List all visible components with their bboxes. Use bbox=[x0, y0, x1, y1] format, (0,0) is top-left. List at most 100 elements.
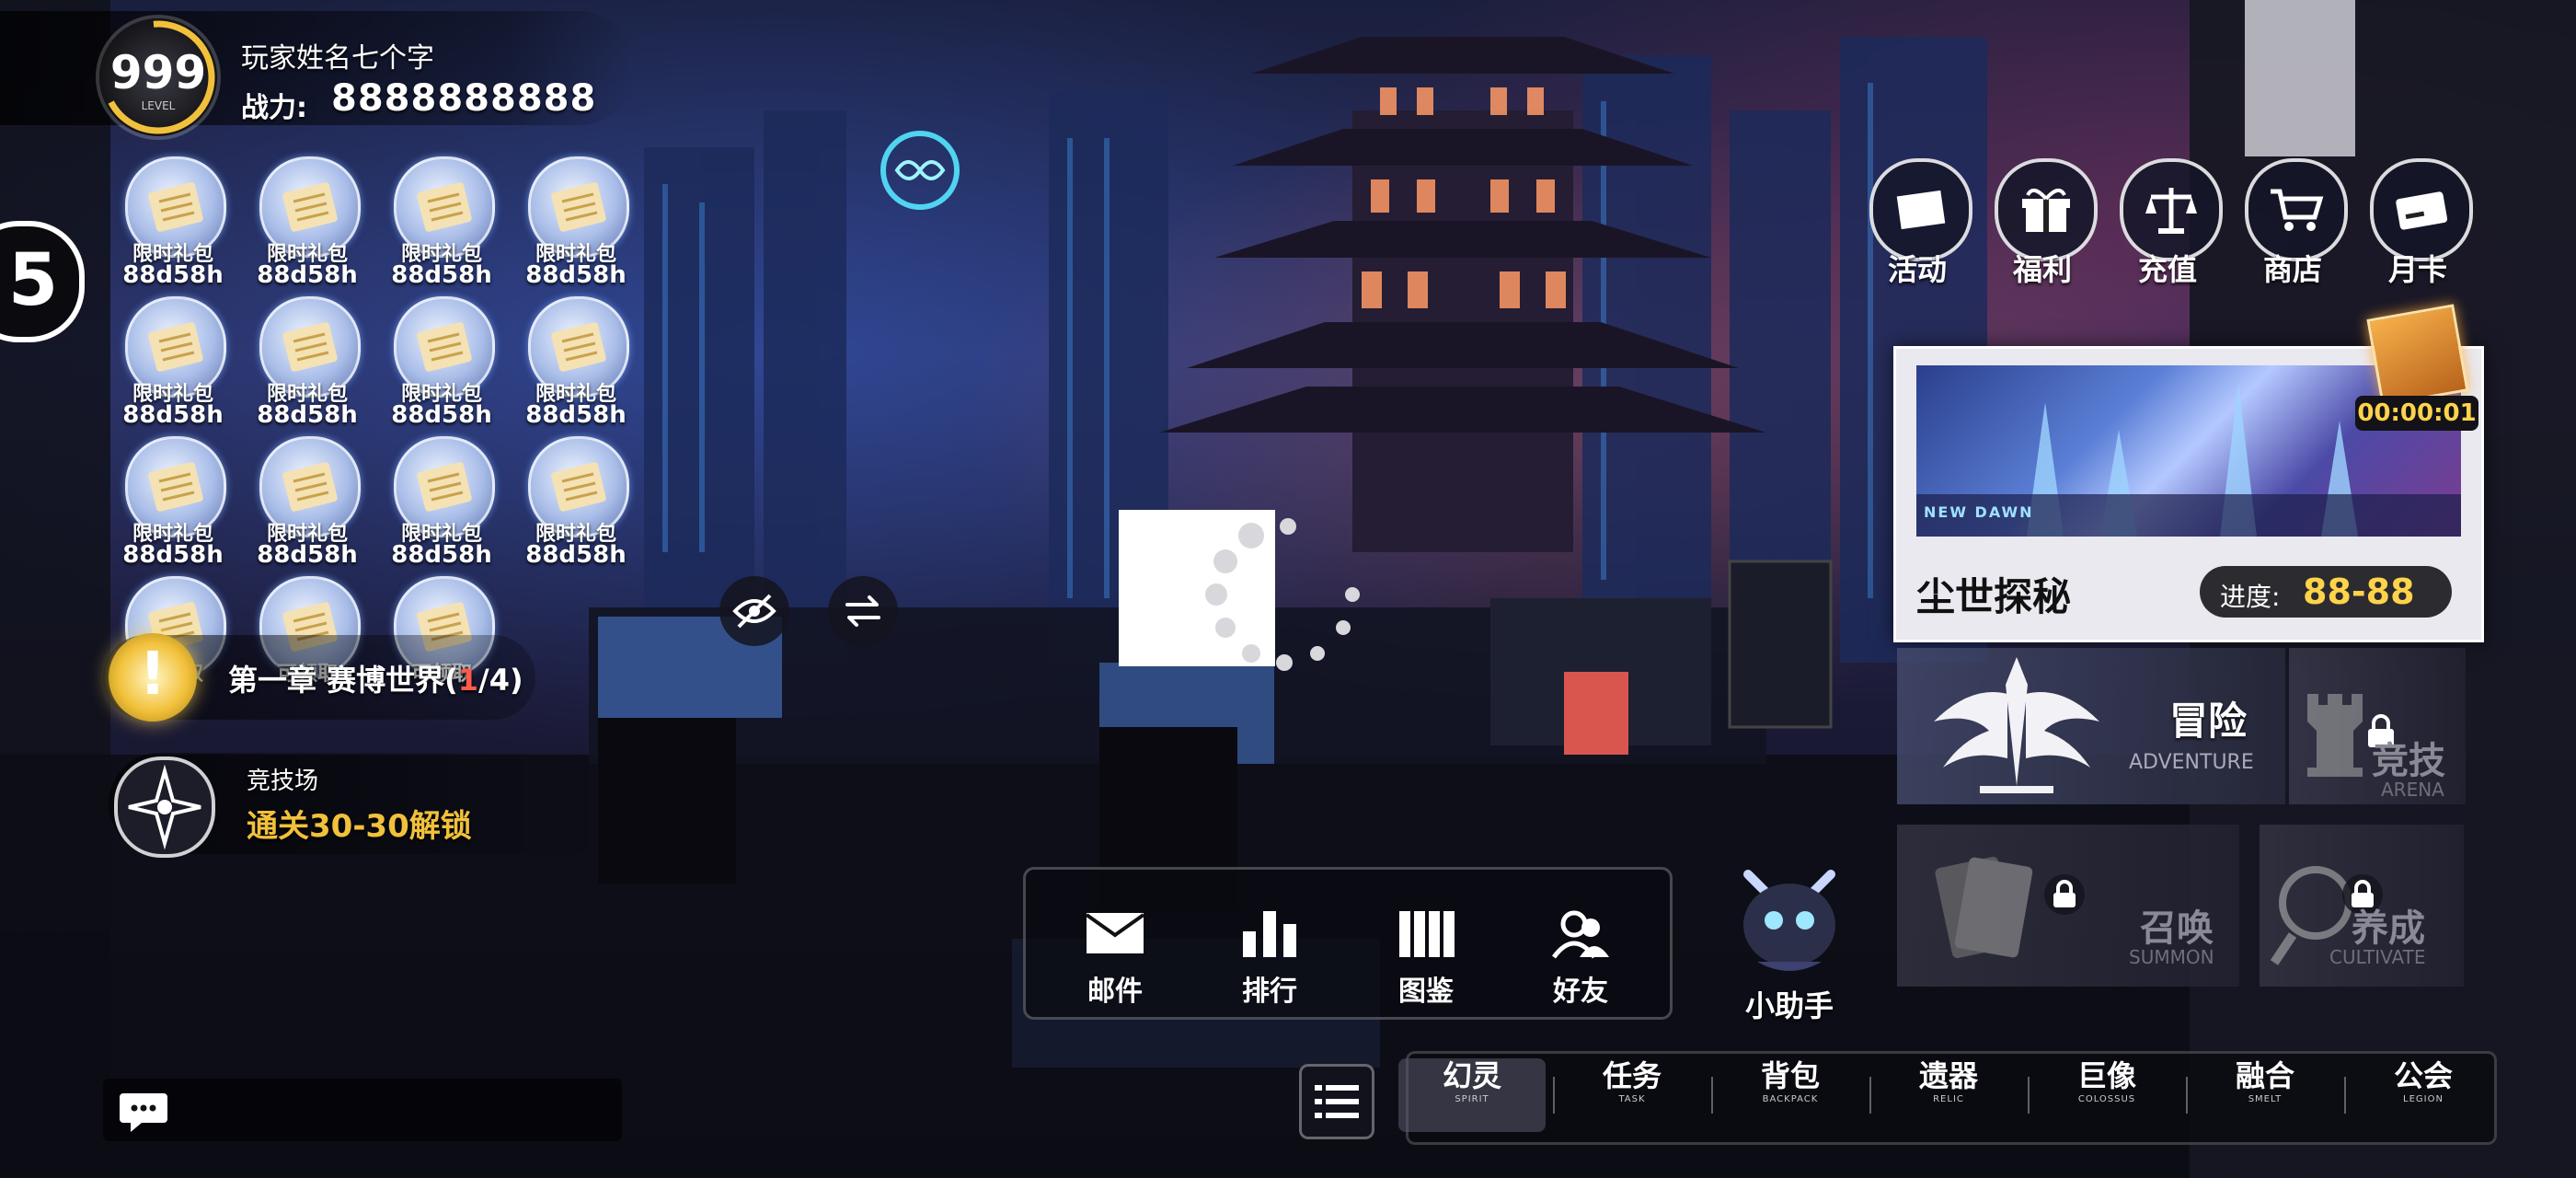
top-menu-label: 月卡 bbox=[2387, 252, 2447, 287]
cultivate-title: 养成 bbox=[2352, 907, 2425, 950]
top-menu-activity[interactable]: 活动 bbox=[1858, 158, 1976, 296]
arena-title: 竞技 bbox=[2372, 740, 2445, 782]
cultivate-tile[interactable]: 养成 CULTIVATE bbox=[2260, 825, 2464, 987]
top-menu-recharge-scale[interactable]: 充值 bbox=[2109, 158, 2226, 296]
helper-mascot[interactable]: 小助手 bbox=[1711, 847, 1868, 1023]
quest-progress-current: 1 bbox=[457, 663, 479, 698]
chat-bar[interactable] bbox=[103, 1079, 622, 1141]
gift-pack-12[interactable]: 限时礼包 88d58h bbox=[506, 436, 635, 571]
swap-arrows-icon bbox=[845, 595, 880, 627]
arena-tile[interactable]: 竞技 ARENA bbox=[2289, 648, 2466, 804]
adventure-tile[interactable]: 冒险 ADVENTURE bbox=[1897, 648, 2285, 804]
tab-legion[interactable]: 公会 LEGION bbox=[2350, 1058, 2497, 1132]
gift-pack-timer: 88d58h bbox=[391, 541, 492, 569]
tab-label: 巨像 bbox=[2076, 1058, 2136, 1093]
arena-side-title: 竞技场 bbox=[247, 768, 319, 795]
tab-spirit[interactable]: 幻灵 SPIRIT bbox=[1398, 1058, 1546, 1132]
tab-separator bbox=[2344, 1077, 2346, 1114]
list-menu-button[interactable] bbox=[1299, 1064, 1374, 1139]
explore-progress-value: 88-88 bbox=[2303, 572, 2415, 612]
list-icon bbox=[1315, 1085, 1359, 1118]
tab-caption: RELIC bbox=[1933, 1094, 1964, 1104]
gift-pack-timer: 88d58h bbox=[257, 541, 358, 569]
tab-caption: BACKPACK bbox=[1762, 1094, 1819, 1104]
summon-tile[interactable]: 召唤 SUMMON bbox=[1897, 825, 2239, 987]
tab-caption: LEGION bbox=[2403, 1094, 2444, 1104]
gift-pack-5[interactable]: 限时礼包 88d58h bbox=[103, 296, 232, 431]
gift-pack-3[interactable]: 限时礼包 88d58h bbox=[372, 156, 500, 291]
mail-icon bbox=[1060, 907, 1170, 959]
gift-pack-4[interactable]: 限时礼包 88d58h bbox=[506, 156, 635, 291]
quest-alert-icon: ! bbox=[109, 633, 197, 722]
power-label: 战力: bbox=[241, 92, 307, 124]
gift-pack-timer: 88d58h bbox=[122, 261, 224, 289]
quest-tracker[interactable]: ! 第一章 赛博世界(1/4) bbox=[103, 633, 535, 722]
tab-colossus[interactable]: 巨像 COLOSSUS bbox=[2033, 1058, 2180, 1132]
helper-label: 小助手 bbox=[1744, 988, 1834, 1023]
gift-pack-timer: 88d58h bbox=[525, 261, 627, 289]
dock-friends-button[interactable]: 好友 bbox=[1525, 907, 1636, 1009]
mascot-icon bbox=[1743, 870, 1835, 971]
explore-title: 尘世探秘 bbox=[1916, 574, 2072, 619]
gift-pack-10[interactable]: 限时礼包 88d58h bbox=[237, 436, 366, 571]
tab-separator bbox=[1553, 1077, 1555, 1114]
summon-subtitle: SUMMON bbox=[2129, 946, 2214, 968]
arena-compass-icon bbox=[114, 756, 215, 858]
tab-caption: SMELT bbox=[2248, 1094, 2283, 1104]
arena-side-entry[interactable]: 竞技场 通关30-30解锁 bbox=[109, 753, 624, 858]
quest-title: 第一章 赛博世界 bbox=[228, 663, 445, 698]
quest-progress-total: /4) bbox=[478, 663, 523, 698]
dock-mail-button[interactable]: 邮件 bbox=[1060, 907, 1170, 1009]
gift-pack-8[interactable]: 限时礼包 88d58h bbox=[506, 296, 635, 431]
tab-caption: TASK bbox=[1618, 1094, 1646, 1104]
eye-off-icon bbox=[732, 594, 776, 629]
tab-task[interactable]: 任务 TASK bbox=[1558, 1058, 1706, 1132]
cultivate-subtitle: CULTIVATE bbox=[2329, 946, 2426, 968]
chest-icon bbox=[2366, 304, 2469, 407]
summon-lock-icon bbox=[2044, 874, 2085, 915]
top-menu-label: 商店 bbox=[2262, 252, 2322, 287]
gift-pack-2[interactable]: 限时礼包 88d58h bbox=[237, 156, 366, 291]
dock-collection-button[interactable]: 图鉴 bbox=[1371, 907, 1481, 1009]
gift-pack-1[interactable]: 限时礼包 88d58h bbox=[103, 156, 232, 291]
tab-separator bbox=[1869, 1077, 1871, 1114]
summon-cards-icon bbox=[1935, 856, 2033, 959]
swap-scene-button[interactable] bbox=[828, 576, 898, 646]
gift-pack-7[interactable]: 限时礼包 88d58h bbox=[372, 296, 500, 431]
collection-icon bbox=[1371, 907, 1481, 959]
tab-relic[interactable]: 遗器 RELIC bbox=[1875, 1058, 2022, 1132]
gift-pack-6[interactable]: 限时礼包 88d58h bbox=[237, 296, 366, 431]
explore-progress-pill: 进度: 88-88 bbox=[2200, 566, 2452, 618]
tab-smelt[interactable]: 融合 SMELT bbox=[2191, 1058, 2339, 1132]
power-value: 8888888888 bbox=[331, 77, 597, 120]
top-menu-shop-cart[interactable]: 商店 bbox=[2234, 158, 2352, 296]
loading-spinner-icon bbox=[1205, 518, 1360, 671]
tab-label: 公会 bbox=[2393, 1058, 2453, 1093]
adventure-emblem-icon bbox=[1934, 657, 2099, 793]
dock-ranking-button[interactable]: 排行 bbox=[1214, 907, 1325, 1009]
top-menu-label: 福利 bbox=[2012, 252, 2072, 287]
top-menu-monthly-card[interactable]: 月卡 bbox=[2359, 158, 2477, 296]
tab-label: 背包 bbox=[1760, 1058, 1820, 1093]
chest-timer: 00:00:01 bbox=[2355, 396, 2478, 431]
dock-label: 图鉴 bbox=[1398, 976, 1454, 1008]
player-level: 999 bbox=[109, 46, 207, 99]
tab-backpack[interactable]: 背包 BACKPACK bbox=[1717, 1058, 1864, 1132]
explore-progress-label: 进度: bbox=[2220, 582, 2281, 612]
tab-caption: SPIRIT bbox=[1455, 1094, 1489, 1104]
gift-pack-9[interactable]: 限时礼包 88d58h bbox=[103, 436, 232, 571]
treasure-chest[interactable]: 00:00:01 bbox=[2355, 304, 2484, 431]
gift-pack-timer: 88d58h bbox=[391, 401, 492, 429]
rook-icon bbox=[2307, 694, 2363, 777]
gift-pack-timer: 88d58h bbox=[122, 541, 224, 569]
top-menu-welfare-gift[interactable]: 福利 bbox=[1984, 158, 2101, 296]
arena-side-lock-text: 通关30-30解锁 bbox=[247, 808, 472, 845]
dock-label: 好友 bbox=[1553, 976, 1608, 1008]
player-level-ring[interactable]: 999 LEVEL bbox=[99, 18, 217, 136]
arena-subtitle: ARENA bbox=[2381, 779, 2444, 801]
tab-separator bbox=[2028, 1077, 2030, 1114]
tab-separator bbox=[2186, 1077, 2188, 1114]
gift-pack-11[interactable]: 限时礼包 88d58h bbox=[372, 436, 500, 571]
explore-banner-text: NEW DAWN bbox=[1924, 503, 2034, 521]
hide-ui-button[interactable] bbox=[719, 576, 789, 646]
